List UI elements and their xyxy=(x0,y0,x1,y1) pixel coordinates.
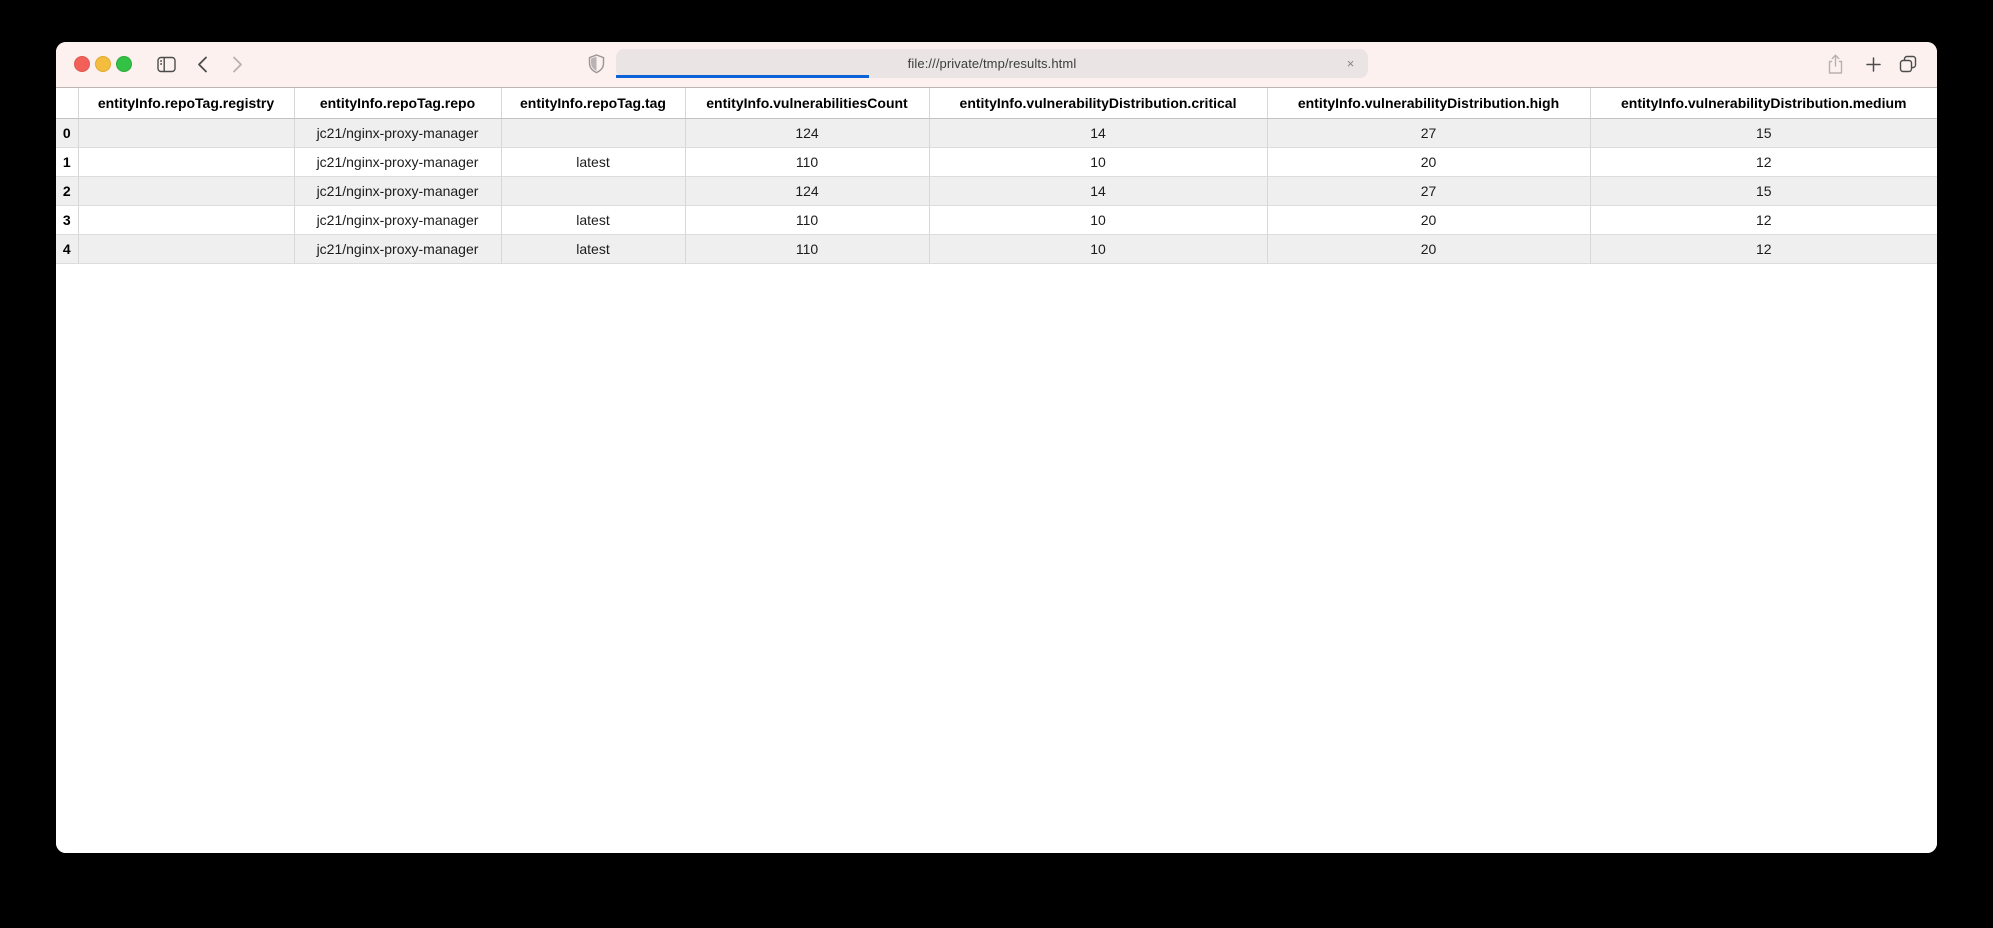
zoom-window-button[interactable] xyxy=(116,56,132,72)
column-header: entityInfo.repoTag.registry xyxy=(77,88,294,119)
sidebar-toggle-button[interactable] xyxy=(153,51,179,77)
clear-url-button[interactable]: × xyxy=(1342,55,1359,72)
table-cell: 124 xyxy=(684,176,929,206)
url-text: file:///private/tmp/results.html xyxy=(907,56,1077,71)
privacy-shield-icon xyxy=(588,54,605,74)
table-cell: 110 xyxy=(684,234,929,264)
row-index-cell: 4 xyxy=(56,234,78,264)
tab-overview-button[interactable] xyxy=(1895,51,1921,77)
table-cell xyxy=(77,234,294,264)
tab-overview-icon xyxy=(1899,55,1917,73)
table-cell: 27 xyxy=(1266,118,1590,148)
column-header: entityInfo.vulnerabilityDistribution.med… xyxy=(1589,88,1937,119)
table-cell: 10 xyxy=(928,147,1267,177)
table-cell: 124 xyxy=(684,118,929,148)
table-cell: 14 xyxy=(928,176,1267,206)
table-cell: 12 xyxy=(1589,234,1937,264)
table-cell: 20 xyxy=(1266,147,1590,177)
table-cell: 20 xyxy=(1266,205,1590,235)
share-icon xyxy=(1827,54,1844,75)
browser-toolbar: file:///private/tmp/results.html × xyxy=(56,42,1937,88)
table-row: 3 jc21/nginx-proxy-manager latest 110 10 20 12 xyxy=(56,205,1937,235)
column-header: entityInfo.repoTag.repo xyxy=(293,88,501,119)
chevron-right-icon xyxy=(232,56,243,73)
table-cell: 110 xyxy=(684,147,929,177)
table-row: 0 jc21/nginx-proxy-manager 124 14 27 15 xyxy=(56,118,1937,148)
table-cell: 12 xyxy=(1589,147,1937,177)
table-cell: 20 xyxy=(1266,234,1590,264)
minimize-window-button[interactable] xyxy=(95,56,111,72)
row-index-cell: 3 xyxy=(56,205,78,235)
table-cell: 15 xyxy=(1589,118,1937,148)
address-bar[interactable]: file:///private/tmp/results.html × xyxy=(616,49,1368,78)
table-row: 4 jc21/nginx-proxy-manager latest 110 10 20 12 xyxy=(56,234,1937,264)
browser-window: file:///private/tmp/results.html × entit… xyxy=(56,42,1937,853)
table-cell: 12 xyxy=(1589,205,1937,235)
page-content: entityInfo.repoTag.registry entityInfo.re… xyxy=(56,88,1937,853)
table-cell: 10 xyxy=(928,234,1267,264)
close-window-button[interactable] xyxy=(74,56,90,72)
table-cell: jc21/nginx-proxy-manager xyxy=(293,205,501,235)
row-index-cell: 1 xyxy=(56,147,78,177)
table-cell xyxy=(77,176,294,206)
table-cell: 15 xyxy=(1589,176,1937,206)
column-header: entityInfo.vulnerabilityDistribution.cri… xyxy=(928,88,1267,119)
table-cell xyxy=(500,176,685,206)
table-row: 1 jc21/nginx-proxy-manager latest 110 10 20 12 xyxy=(56,147,1937,177)
table-cell xyxy=(77,147,294,177)
plus-icon xyxy=(1865,56,1881,72)
new-tab-button[interactable] xyxy=(1860,51,1886,77)
table-cell: latest xyxy=(500,234,685,264)
share-button[interactable] xyxy=(1822,51,1848,77)
table-cell: 10 xyxy=(928,205,1267,235)
forward-button[interactable] xyxy=(224,51,250,77)
table-cell: jc21/nginx-proxy-manager xyxy=(293,118,501,148)
column-header: entityInfo.vulnerabilitiesCount xyxy=(684,88,929,119)
back-button[interactable] xyxy=(189,51,215,77)
results-table: entityInfo.repoTag.registry entityInfo.re… xyxy=(56,88,1937,264)
column-header: entityInfo.vulnerabilityDistribution.hig… xyxy=(1266,88,1590,119)
table-cell: 14 xyxy=(928,118,1267,148)
table-cell xyxy=(500,118,685,148)
table-cell xyxy=(77,205,294,235)
row-index-cell: 2 xyxy=(56,176,78,206)
chevron-left-icon xyxy=(197,56,208,73)
close-icon: × xyxy=(1346,56,1355,71)
table-cell: jc21/nginx-proxy-manager xyxy=(293,147,501,177)
privacy-report-button[interactable] xyxy=(583,51,609,77)
sidebar-icon xyxy=(156,56,176,73)
table-cell: latest xyxy=(500,147,685,177)
index-column-header xyxy=(56,88,78,119)
table-cell: latest xyxy=(500,205,685,235)
table-cell: 27 xyxy=(1266,176,1590,206)
table-cell: jc21/nginx-proxy-manager xyxy=(293,176,501,206)
table-cell: 110 xyxy=(684,205,929,235)
table-row: 2 jc21/nginx-proxy-manager 124 14 27 15 xyxy=(56,176,1937,206)
column-header: entityInfo.repoTag.tag xyxy=(500,88,685,119)
table-cell: jc21/nginx-proxy-manager xyxy=(293,234,501,264)
row-index-cell: 0 xyxy=(56,118,78,148)
page-load-progress-bar xyxy=(616,75,869,78)
table-header-row: entityInfo.repoTag.registry entityInfo.re… xyxy=(56,88,1937,119)
table-cell xyxy=(77,118,294,148)
